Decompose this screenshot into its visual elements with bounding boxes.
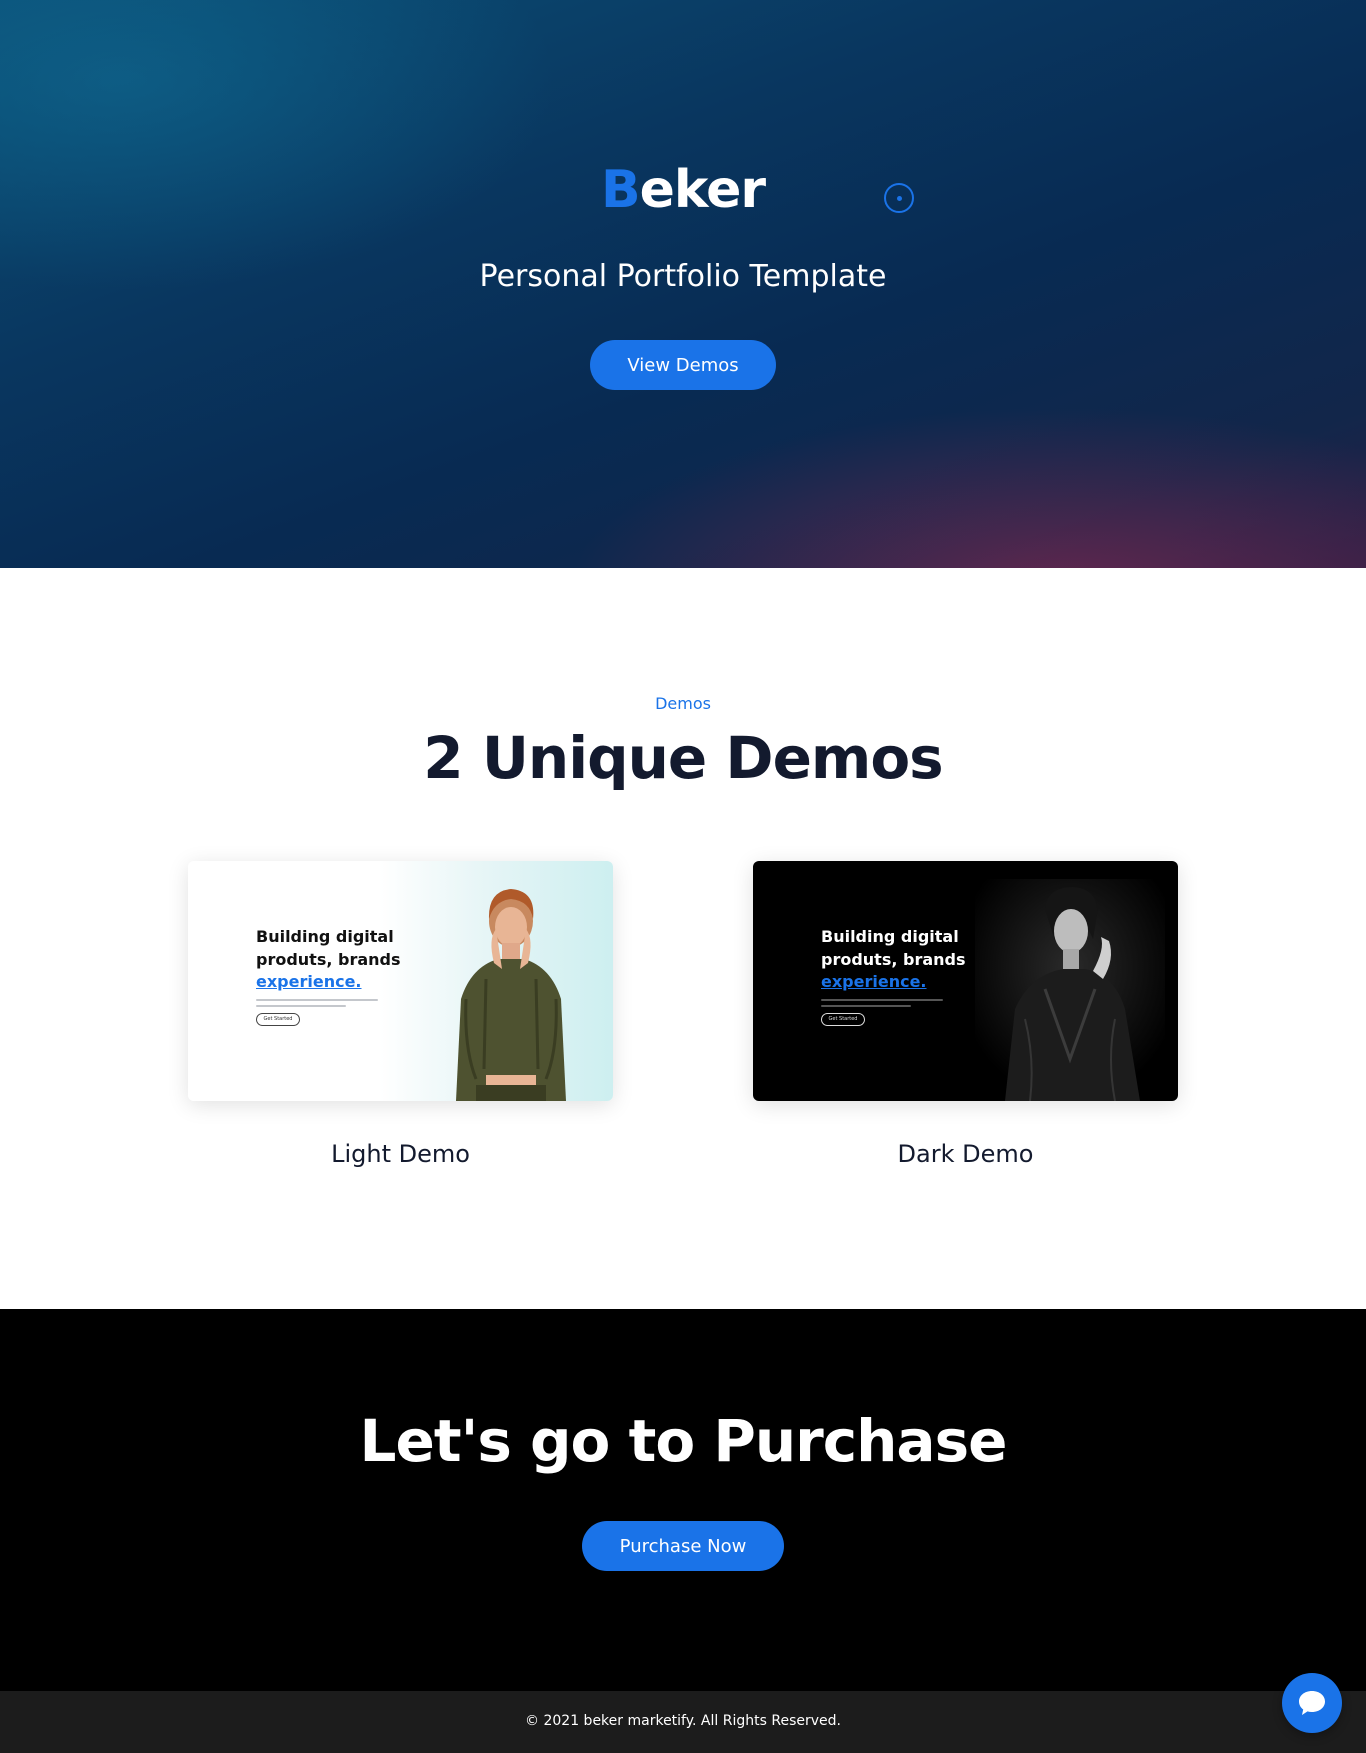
chat-button[interactable] — [1282, 1673, 1342, 1733]
chat-bubble-icon — [1299, 1691, 1325, 1715]
woman-portrait-illustration — [975, 879, 1165, 1101]
hero-subtitle: Personal Portfolio Template — [479, 259, 887, 294]
purchase-title: Let's go to Purchase — [359, 1407, 1008, 1475]
preview-accent: experience. — [821, 972, 927, 991]
preview-text-lines — [821, 999, 971, 1007]
hero-logo-rest: eker — [639, 160, 766, 220]
light-demo-preview-copy: Building digital produts, brands experie… — [256, 925, 406, 1026]
target-circle-icon — [884, 183, 914, 213]
woman-portrait-illustration — [456, 889, 566, 1101]
hero-logo-accent: B — [600, 160, 641, 220]
preview-heading-line1: Building digital — [821, 927, 959, 946]
preview-accent: experience. — [256, 972, 362, 991]
preview-text-lines — [256, 999, 406, 1007]
footer: © 2021 beker marketify. All Rights Reser… — [0, 1691, 1366, 1753]
light-demo-card[interactable]: Building digital produts, brands experie… — [188, 861, 613, 1101]
purchase-section: Let's go to Purchase Purchase Now — [0, 1309, 1366, 1691]
hero-logo: Beker — [0, 160, 1366, 220]
hero-section: Beker Personal Portfolio Template View D… — [0, 0, 1366, 568]
preview-get-started-button: Get Started — [256, 1013, 300, 1026]
dark-demo-card[interactable]: Building digital produts, brands experie… — [753, 861, 1178, 1101]
preview-heading-line2: produts, brands — [256, 950, 401, 969]
light-demo-label[interactable]: Light Demo — [188, 1140, 613, 1168]
view-demos-button[interactable]: View Demos — [590, 340, 776, 390]
preview-get-started-button: Get Started — [821, 1013, 865, 1026]
dark-demo-preview-copy: Building digital produts, brands experie… — [821, 925, 971, 1026]
dark-demo-label[interactable]: Dark Demo — [753, 1140, 1178, 1168]
footer-copyright: © 2021 beker marketify. All Rights Reser… — [525, 1713, 841, 1729]
preview-heading-line1: Building digital — [256, 927, 394, 946]
demos-title: 2 Unique Demos — [423, 724, 943, 792]
preview-heading-line2: produts, brands — [821, 950, 966, 969]
demos-kicker: Demos — [655, 694, 711, 713]
purchase-now-button[interactable]: Purchase Now — [582, 1521, 784, 1571]
